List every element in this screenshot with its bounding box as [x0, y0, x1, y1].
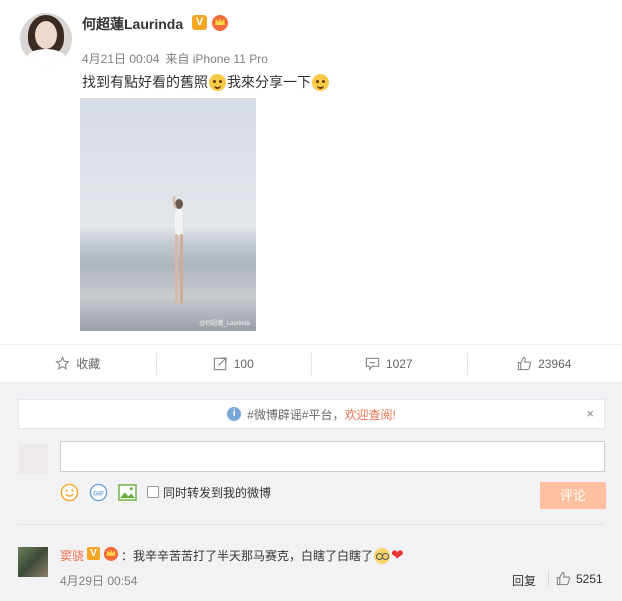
comment-body: ：我辛辛苦苦打了半天那马赛克，白瞎了白瞎了 — [121, 549, 374, 563]
verified-badge-icon: V — [192, 15, 207, 30]
heart-icon: ❤ — [391, 547, 404, 564]
crown-icon — [212, 15, 228, 31]
post-timestamp[interactable]: 4月21日 00:04 — [82, 52, 159, 66]
cute-face-emoji-icon — [209, 73, 226, 91]
reply-button[interactable]: 回复 — [512, 572, 536, 589]
repost-checkbox-label: 同时转发到我的微博 — [163, 485, 272, 500]
svg-text:GIF: GIF — [93, 490, 104, 497]
post-photo[interactable]: @何超蓮_Laurinda — [80, 98, 256, 331]
post-action-bar: 收藏 100 1027 23964 — [0, 344, 622, 382]
comment-input[interactable] — [60, 441, 605, 472]
comment-like-count: 5251 — [576, 571, 603, 586]
comment-toggle-button[interactable]: 1027 — [311, 345, 467, 382]
comment-author-name[interactable]: 窦骁 — [60, 547, 84, 564]
submit-comment-button[interactable]: 评论 — [540, 482, 606, 509]
comment-author-avatar[interactable] — [18, 547, 48, 577]
comment-action-divider — [548, 570, 549, 586]
cute-face-emoji-icon — [312, 73, 329, 91]
favorite-button[interactable]: 收藏 — [0, 345, 156, 382]
author-name[interactable]: 何超蓮Laurinda — [82, 14, 183, 34]
verified-badge-icon: V — [87, 547, 100, 560]
repost-button[interactable]: 100 — [155, 345, 312, 382]
post-source: 来自 iPhone 11 Pro — [165, 52, 268, 66]
repost-icon — [213, 357, 227, 371]
close-icon[interactable]: × — [586, 406, 594, 421]
like-icon — [556, 571, 571, 586]
like-count: 23964 — [538, 356, 572, 371]
composer-toolbar: GIF 同时转发到我的微博 — [60, 482, 271, 502]
current-user-avatar — [18, 444, 48, 474]
comment-text: ：我辛辛苦苦打了半天那马赛克，白瞎了白瞎了 ❤ — [121, 547, 404, 564]
like-button[interactable]: 23964 — [466, 345, 622, 382]
photo-watermark: @何超蓮_Laurinda — [199, 321, 250, 327]
gif-icon[interactable]: GIF — [89, 483, 108, 502]
photo-figure — [172, 196, 183, 304]
image-icon[interactable] — [118, 483, 137, 501]
like-icon — [517, 356, 532, 371]
info-icon: i — [227, 407, 242, 421]
comment-like-button[interactable]: 5251 — [556, 571, 603, 586]
comment-time: 4月29日 00:54 — [60, 574, 138, 588]
favorite-label: 收藏 — [76, 357, 101, 371]
post-text-part2: 我來分享一下 — [227, 74, 311, 90]
rumor-notice-banner: i #微博辟谣#平台， 欢迎查阅! × — [18, 399, 605, 429]
comment-icon — [365, 357, 380, 371]
post-meta: 4月21日 00:04 来自 iPhone 11 Pro — [82, 50, 274, 67]
crown-icon — [103, 546, 119, 561]
star-icon — [55, 356, 71, 370]
smiley-icon[interactable] — [60, 483, 79, 502]
comment-divider — [18, 524, 605, 525]
author-avatar[interactable] — [20, 13, 72, 65]
post-text-part1: 找到有點好看的舊照 — [82, 74, 208, 90]
repost-checkbox[interactable] — [147, 486, 159, 498]
comment-count: 1027 — [385, 356, 413, 371]
glasses-emoji-icon — [374, 547, 391, 564]
repost-count: 100 — [233, 356, 254, 371]
notice-link[interactable]: 欢迎查阅! — [345, 406, 396, 423]
post-text: 找到有點好看的舊照 我來分享一下 — [82, 72, 330, 92]
notice-text: #微博辟谣#平台， — [247, 407, 345, 422]
